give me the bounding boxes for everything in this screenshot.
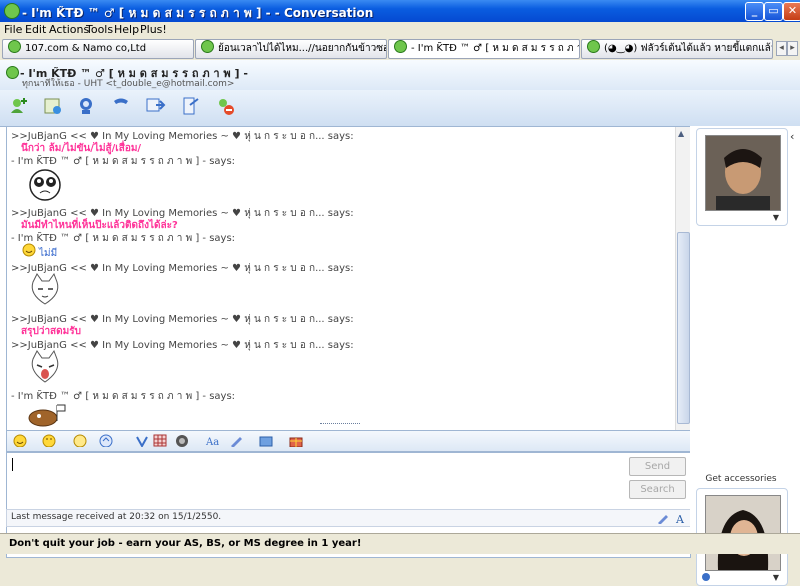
handwriting-icon[interactable] [657,512,669,524]
conversation-window: - I'm K̃TÐ ™ ♂ [ ห ม ด ส ม ร ร ถ ภ า พ ]… [0,60,800,586]
message-text: สรุปว่าสดมรับ [21,326,81,337]
tab-label: (◕‿◕) ฟลัวร์เต้นได้แล้ว หายขี้แตกแล้วด้ว… [604,43,772,54]
color-icon[interactable] [229,434,243,447]
contact-icon [8,40,21,53]
games-button[interactable] [180,95,202,117]
messenger-icon [4,3,20,19]
nudge-icon[interactable] [99,434,113,447]
status-line: Last message received at 20:32 on 15/1/2… [6,509,691,527]
scroll-thumb[interactable] [677,232,690,424]
last-message-status: Last message received at 20:32 on 15/1/2… [11,512,222,522]
send-button[interactable]: Send [629,457,686,476]
block-button[interactable] [214,95,236,117]
message-sender: - I'm K̃TÐ ™ ♂ [ ห ม ด ส ม ร ร ถ ภ า พ ]… [11,233,236,244]
emoticon-crying-cat-icon [31,349,59,383]
menu-edit[interactable]: Edit [25,23,46,36]
contact-icon [587,40,600,53]
gift-icon[interactable] [289,434,303,447]
tab-4[interactable]: (◕‿◕) ฟลัวร์เต้นได้แล้ว หายขี้แตกแล้วด้ว… [581,39,773,59]
close-button[interactable]: ✕ [783,2,800,21]
contact-icon [201,40,214,53]
contact-status-icon [6,66,19,79]
menu-plus[interactable]: Plus! [140,23,167,36]
dropdown-icon[interactable]: ▼ [773,573,779,582]
menu-file[interactable]: File [4,23,22,36]
tab-2[interactable]: ย้อนเวลาไปได้ไหม...//นอยากกันข้าวซอย... [195,39,387,59]
ink-icon[interactable] [175,434,189,447]
invite-contact-button[interactable] [8,95,30,117]
menu-tools[interactable]: Tools [86,23,113,36]
font-icon[interactable]: Aa [205,434,219,447]
emoticon-menu-icon[interactable] [13,434,27,447]
display-picture-panel: ▼ Get accessories ▼ [690,126,800,586]
text-caret [12,458,13,471]
search-button[interactable]: Search [629,480,686,499]
ad-banner[interactable]: Don't quit your job - earn your AS, BS, … [0,533,800,554]
message-text: ไม่มี [39,248,58,259]
dropdown-icon[interactable]: ▼ [773,213,779,222]
call-button[interactable] [110,95,132,117]
emoticon-cat-icon [31,272,59,305]
menu-bar: File Edit Actions Tools Help Plus! [0,22,800,38]
contact-header: - I'm K̃TÐ ™ ♂ [ ห ม ด ส ม ร ร ถ ภ า พ ]… [0,60,800,90]
voice-clip-icon[interactable] [135,434,149,447]
svg-text:Aa: Aa [205,437,219,447]
action-toolbar [0,90,800,127]
tab-next-button[interactable]: ▸ [787,41,798,56]
contact-icon [394,40,407,53]
activities-button[interactable] [144,95,166,117]
get-accessories-link[interactable]: Get accessories [690,474,792,484]
webcam-small-icon[interactable] [701,572,711,582]
window-titlebar: - I'm K̃TÐ ™ ♂ [ ห ม ด ส ม ร ร ถ ภ า พ ]… [0,0,800,22]
background-icon[interactable] [153,434,167,447]
contact-photo [705,135,781,211]
emoticon-flag-icon [28,404,66,427]
svg-text:A: A [675,513,685,524]
invite-contact-icon [11,98,27,113]
format-toolbar: Aa [6,430,691,452]
tab-prev-button[interactable]: ◂ [776,41,787,56]
tab-label: - I'm K̃TÐ ™ ♂ [ ห ม ด ส ม ร ร ถ ภ า... [411,43,580,54]
tab-3-active[interactable]: - I'm K̃TÐ ™ ♂ [ ห ม ด ส ม ร ร ถ ภ า... [388,39,580,59]
phone-icon [114,98,128,104]
nudge-emoticon-icon[interactable] [73,434,87,447]
text-mode-icon[interactable]: A [675,512,687,524]
contact-subtitle: ทุกนาทีให้เธอ - UHT <t_double_e@hotmail.… [22,79,235,89]
webcam-icon [80,98,92,114]
tab-1[interactable]: 107.com & Namo co,Ltd [2,39,194,59]
contact-display-picture[interactable]: ▼ [696,128,788,226]
collapse-panel-icon[interactable]: ‹ [790,130,794,143]
resize-grip[interactable] [320,423,360,427]
tab-label: 107.com & Namo co,Ltd [25,43,147,54]
block-icon [219,99,234,115]
scroll-up-icon[interactable]: ▲ [678,129,684,138]
backgrounds-menu-icon[interactable] [259,434,273,447]
maximize-button[interactable]: ▭ [764,2,783,21]
webcam-button[interactable] [76,95,98,117]
emoticon-smile-icon [22,243,36,257]
ad-text: Don't quit your job - earn your AS, BS, … [9,538,362,549]
menu-help[interactable]: Help [114,23,139,36]
send-files-icon [44,98,61,114]
games-icon [183,97,199,115]
wink-menu-icon[interactable] [42,434,56,447]
window-title: - I'm K̃TÐ ™ ♂ [ ห ม ด ส ม ร ร ถ ภ า พ ]… [22,6,374,20]
send-files-button[interactable] [42,95,64,117]
emoticon-scared-icon [29,169,61,201]
minimize-button[interactable]: _ [745,2,764,21]
activities-icon [146,98,166,112]
menu-actions[interactable]: Actions [49,23,89,36]
conversation-tabs: 107.com & Namo co,Ltd ย้อนเวลาไปได้ไหม..… [0,38,800,60]
tab-label: ย้อนเวลาไปได้ไหม...//นอยากกันข้าวซอย... [218,43,387,54]
